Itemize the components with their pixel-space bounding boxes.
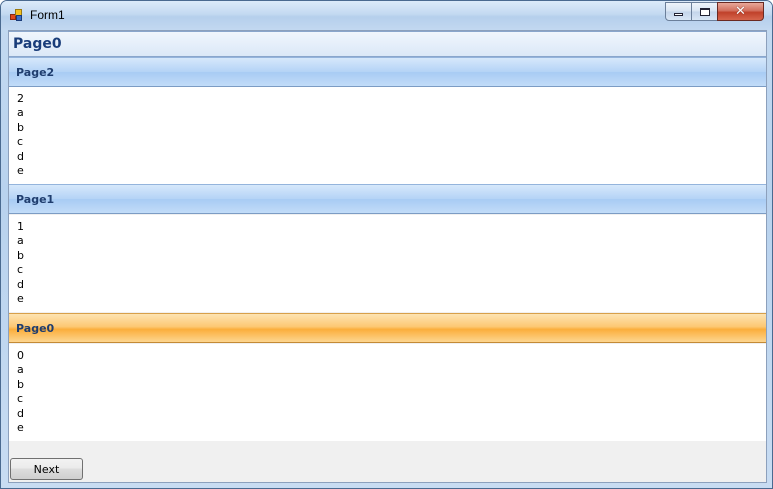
list-item: b bbox=[17, 120, 24, 134]
list-item: e bbox=[17, 291, 24, 305]
app-icon[interactable] bbox=[10, 9, 24, 22]
maximize-icon bbox=[699, 7, 710, 16]
accordion-header-page2[interactable]: Page2 bbox=[9, 57, 766, 87]
accordion-panel-page0: 0 a b c d e bbox=[9, 344, 766, 441]
title-bar[interactable]: Form1 ✕ bbox=[1, 1, 772, 30]
button-bar: Next bbox=[9, 451, 766, 482]
list-item: d bbox=[17, 277, 24, 291]
close-button[interactable]: ✕ bbox=[717, 2, 764, 21]
maximize-button[interactable] bbox=[691, 2, 718, 21]
close-icon: ✕ bbox=[735, 4, 746, 19]
window-title: Form1 bbox=[30, 8, 65, 22]
accordion-header-label: Page0 bbox=[16, 322, 55, 335]
accordion-panel-page1: 1 a b c d e bbox=[9, 215, 766, 312]
list-item: c bbox=[17, 135, 24, 149]
form1-window: Form1 ✕ Page0 Page2 2 a b c d e Page1 1 … bbox=[0, 0, 773, 489]
list-item: e bbox=[17, 163, 24, 177]
client-area: Page0 Page2 2 a b c d e Page1 1 a b c d … bbox=[8, 30, 767, 483]
accordion-header-label: Page1 bbox=[16, 193, 55, 206]
accordion-panel-page2: 2 a b c d e bbox=[9, 87, 766, 184]
page-header: Page0 bbox=[9, 31, 766, 57]
list-item: c bbox=[17, 263, 24, 277]
accordion-header-page1[interactable]: Page1 bbox=[9, 184, 766, 214]
list-item: a bbox=[17, 106, 24, 120]
list-item: d bbox=[17, 149, 24, 163]
list-item: e bbox=[17, 420, 24, 434]
list-item: b bbox=[17, 377, 24, 391]
page-title: Page0 bbox=[13, 36, 62, 52]
list-item: a bbox=[17, 234, 24, 248]
minimize-button[interactable] bbox=[665, 2, 692, 21]
accordion-header-page0[interactable]: Page0 bbox=[9, 313, 766, 343]
accordion-header-label: Page2 bbox=[16, 66, 55, 79]
list-item: b bbox=[17, 248, 24, 262]
list-item: 1 bbox=[17, 220, 24, 233]
list-item: c bbox=[17, 392, 24, 406]
next-button[interactable]: Next bbox=[10, 458, 83, 480]
list-item: d bbox=[17, 406, 24, 420]
minimize-icon bbox=[674, 13, 683, 16]
list-item: a bbox=[17, 363, 24, 377]
list-item: 2 bbox=[17, 92, 24, 105]
list-item: 0 bbox=[17, 349, 24, 362]
